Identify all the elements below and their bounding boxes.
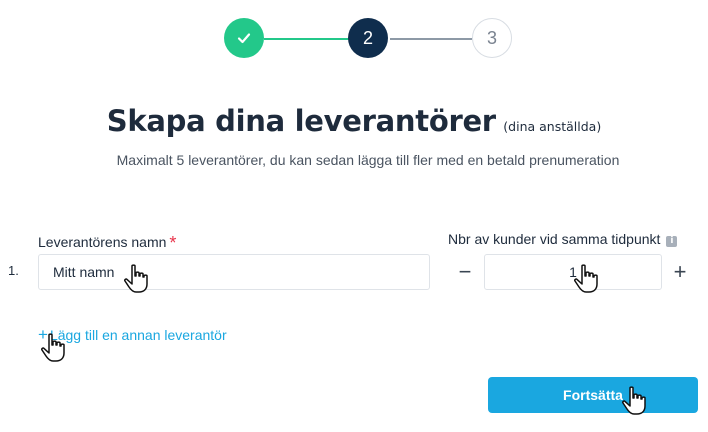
decrement-button[interactable]: −: [451, 258, 479, 286]
customers-quantity-input[interactable]: [484, 254, 662, 290]
title-note: (dina anställda): [503, 119, 602, 134]
add-supplier-label: Lägg till en annan leverantör: [49, 327, 227, 343]
step-connector-active: [390, 38, 472, 40]
step-2-active: 2: [348, 18, 388, 58]
page-title: Skapa dina leverantörer: [106, 104, 496, 138]
info-icon[interactable]: i: [666, 236, 678, 247]
progress-stepper: 2 3: [224, 18, 512, 60]
supplier-name-label: Leverantörens namn *: [38, 231, 177, 253]
customers-label-text: Nbr av kunder vid samma tidpunkt: [448, 231, 661, 247]
step-connector-done: [264, 38, 350, 40]
supplier-name-input[interactable]: [38, 254, 430, 290]
checkmark-icon: [237, 33, 251, 44]
continue-button[interactable]: Fortsätta: [488, 377, 698, 413]
increment-button[interactable]: +: [666, 258, 694, 286]
required-star: *: [169, 233, 177, 253]
step-3-upcoming: 3: [472, 18, 512, 58]
supplier-name-label-text: Leverantörens namn: [38, 234, 167, 250]
title-row: Skapa dina leverantörer (dina anställda): [0, 104, 708, 138]
add-supplier-link[interactable]: + Lägg till en annan leverantör: [38, 325, 227, 345]
customers-label: Nbr av kunder vid samma tidpunkt i: [448, 231, 678, 248]
row-number: 1.: [8, 263, 19, 278]
plus-icon: +: [38, 325, 48, 344]
page-subtitle: Maximalt 5 leverantörer, du kan sedan lä…: [116, 152, 620, 168]
step-1-done: [224, 18, 264, 58]
